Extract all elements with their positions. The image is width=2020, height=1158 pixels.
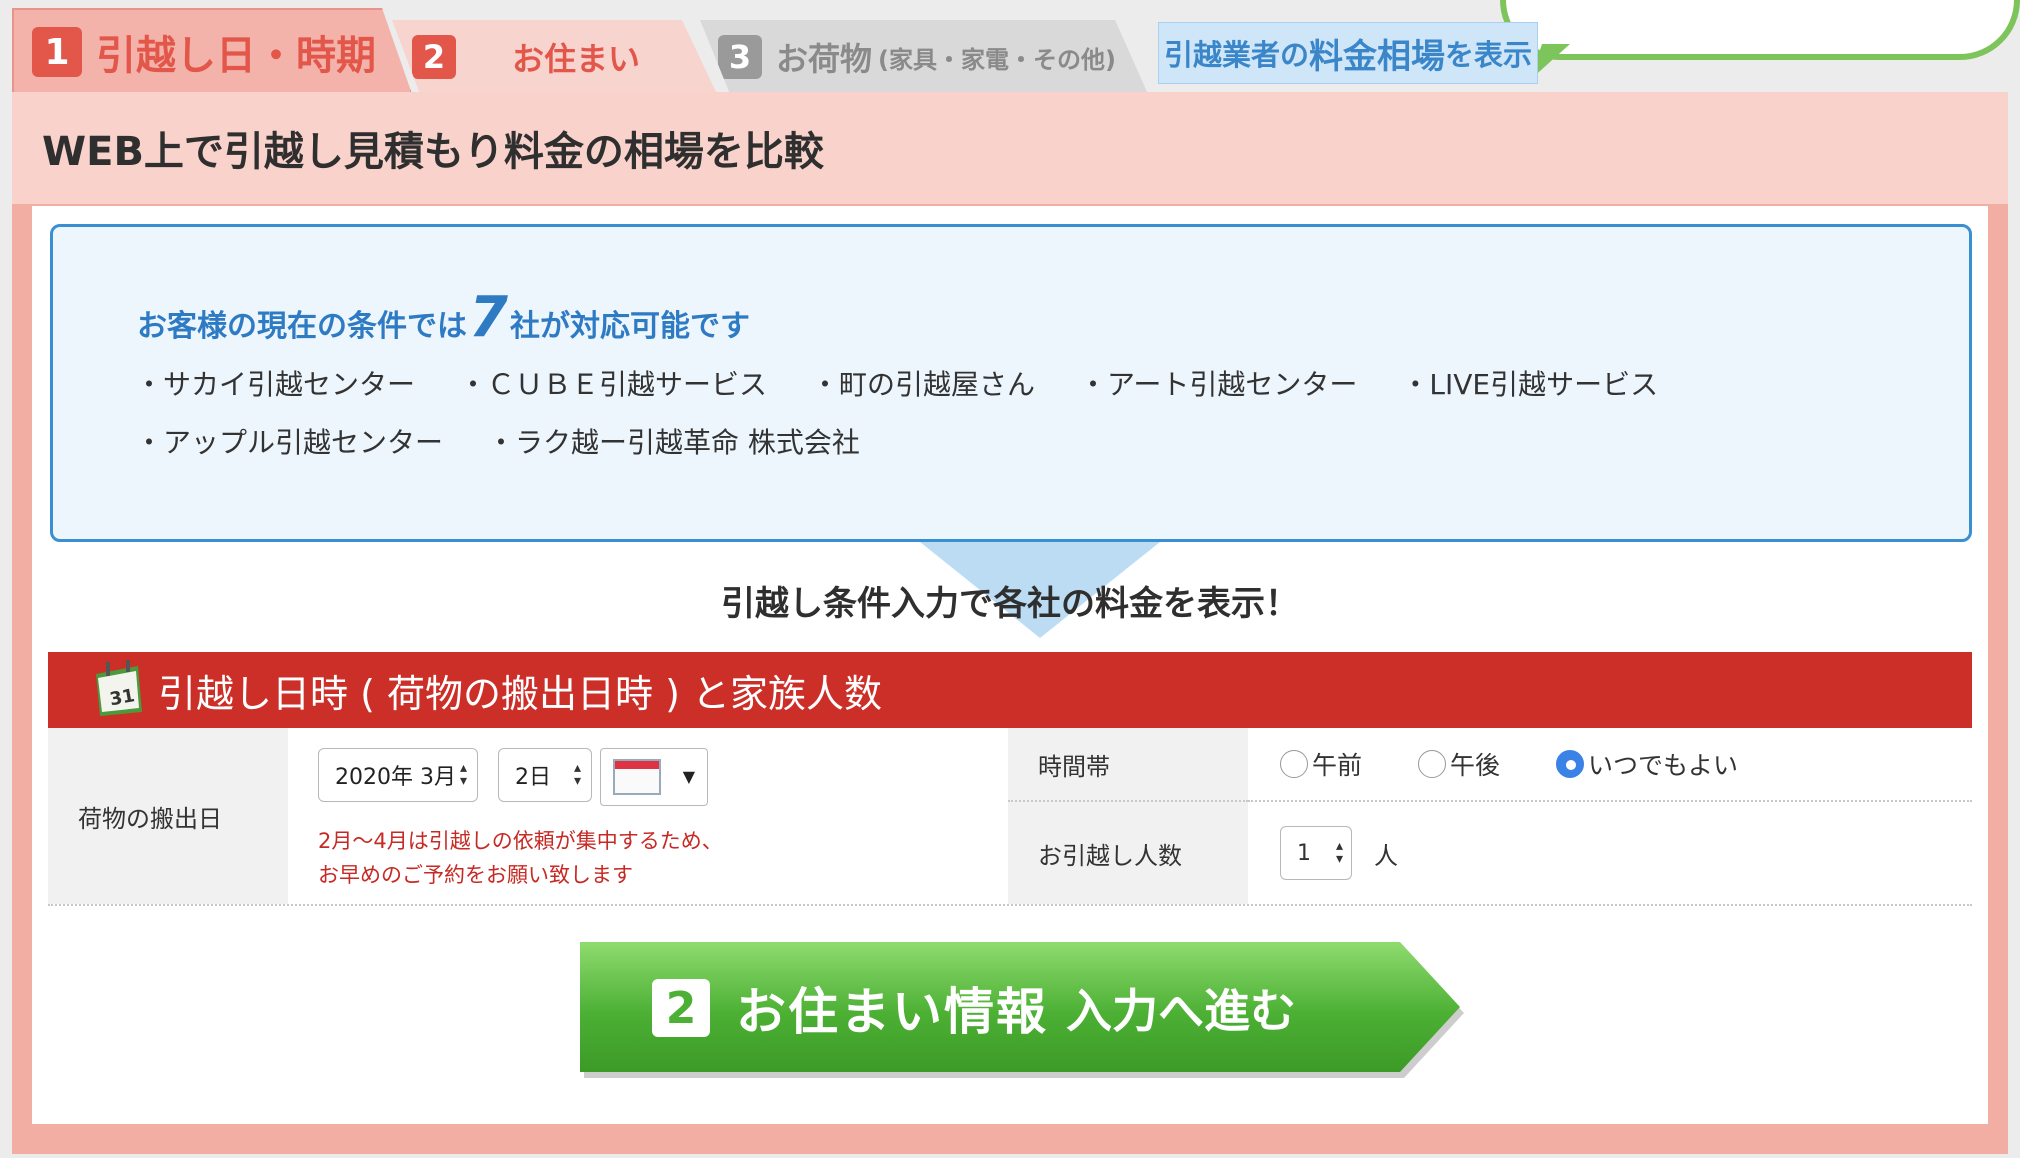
calendar-picker-button[interactable]: ▼ bbox=[600, 748, 708, 806]
day-select[interactable]: 2日 ▴ ▾ bbox=[498, 748, 592, 802]
step-number: 1 bbox=[32, 27, 82, 77]
note-line: お早めのご予約をお願い致します bbox=[318, 863, 633, 887]
page-title: WEB上で引越し見積もり料金の相場を比較 bbox=[42, 129, 824, 175]
next-step-button[interactable]: 2 お住まい情報 入力へ進む bbox=[580, 942, 1464, 1078]
tab4-big: 料金相場 bbox=[1309, 36, 1445, 77]
tab-label: 引越し日・時期 bbox=[96, 33, 376, 79]
move-date-label: 荷物の搬出日 bbox=[48, 728, 288, 904]
radio-circle[interactable] bbox=[1280, 750, 1308, 778]
chevron-updown-icon: ▴ ▾ bbox=[1335, 838, 1343, 867]
tab4-prefix: 引越業者の bbox=[1163, 38, 1309, 72]
company-item: ・ＣＵＢＥ引越サービス bbox=[459, 368, 768, 401]
calendar-icon bbox=[613, 759, 661, 795]
button-label: お住まい情報 bbox=[736, 983, 1048, 1041]
speech-bubble bbox=[1500, 0, 2020, 60]
available-companies-box: お客様の現在の条件では 7 社が対応可能です ・サカイ引越センター ・ＣＵＢＥ引… bbox=[50, 224, 1972, 542]
tab-label: お住まい bbox=[512, 40, 641, 78]
radio-label: 午前 bbox=[1312, 751, 1363, 780]
chevron-down-icon: ▼ bbox=[682, 767, 695, 786]
tab-sublabel: (家具・家電・その他) bbox=[878, 45, 1116, 74]
tab-label: お荷物 bbox=[776, 40, 873, 78]
form-divider bbox=[48, 904, 1972, 906]
busy-season-note: 2月～4月は引越しの依頼が集中するため、 お早めのご予約をお願い致します bbox=[318, 824, 723, 892]
tab-step-2[interactable]: 2 お住まい bbox=[392, 20, 717, 94]
people-unit: 人 bbox=[1374, 841, 1398, 870]
available-count-headline: お客様の現在の条件では 7 社が対応可能です bbox=[137, 285, 750, 350]
main-panel: WEB上で引越し見積もり料金の相場を比較 お客様の現在の条件では 7 社が対応可… bbox=[12, 92, 2008, 1154]
button-content: 2 お住まい情報 入力へ進む bbox=[652, 972, 1296, 1044]
company-item: ・LIVE引越サービス bbox=[1401, 368, 1659, 401]
step-number: 2 bbox=[652, 979, 710, 1037]
step-number: 3 bbox=[718, 35, 762, 79]
year-month-select[interactable]: 2020年 3月 ▴ ▾ bbox=[318, 748, 478, 802]
company-item: ・ラク越ー引越革命 株式会社 bbox=[487, 426, 860, 459]
people-count-select[interactable]: 1 ▴ ▾ bbox=[1280, 826, 1352, 880]
tab-step-3[interactable]: 3 お荷物 (家具・家電・その他) bbox=[700, 20, 1148, 94]
radio-circle[interactable] bbox=[1418, 750, 1447, 778]
company-item: ・町の引越屋さん bbox=[811, 368, 1036, 401]
radio-circle-selected[interactable] bbox=[1556, 750, 1585, 778]
day-value: 2日 bbox=[515, 765, 551, 790]
radio-morning[interactable]: 午前 bbox=[1280, 746, 1362, 782]
people-count-cell: 1 ▴ ▾ 人 bbox=[1248, 802, 1972, 904]
svg-text:31: 31 bbox=[108, 685, 136, 710]
chevron-updown-icon: ▴ ▾ bbox=[573, 760, 581, 789]
section-header: 31 引越し日時 ( 荷物の搬出日時 ) と家族人数 bbox=[48, 652, 1972, 728]
time-slot-options: 午前 午後 いつでもよい bbox=[1248, 728, 1972, 802]
chevron-updown-icon: ▴ ▾ bbox=[459, 760, 467, 789]
time-slot-label: 時間帯 bbox=[1008, 728, 1248, 802]
people-count-value: 1 bbox=[1297, 840, 1311, 866]
radio-label: いつでもよい bbox=[1588, 751, 1739, 780]
company-list: ・サカイ引越センター ・ＣＵＢＥ引越サービス ・町の引越屋さん ・アート引越セン… bbox=[135, 365, 1915, 481]
section-title: 引越し日時 ( 荷物の搬出日時 ) と家族人数 bbox=[158, 671, 882, 716]
radio-label: 午後 bbox=[1450, 751, 1501, 780]
step-number: 2 bbox=[412, 35, 456, 79]
panel-header: WEB上で引越し見積もり料金の相場を比較 bbox=[12, 92, 2008, 204]
headline-post: 社が対応可能です bbox=[509, 309, 750, 344]
tab-step-1[interactable]: 1 引越し日・時期 bbox=[12, 8, 412, 94]
panel-body: お客様の現在の条件では 7 社が対応可能です ・サカイ引越センター ・ＣＵＢＥ引… bbox=[32, 206, 1988, 1124]
move-date-cell: 2020年 3月 ▴ ▾ 2日 ▴ ▾ ▼ 2月～4月は引越しの依頼が集中するため、… bbox=[288, 728, 1008, 904]
show-price-market-button[interactable]: 引越業者の 料金相場 を表示 bbox=[1158, 22, 1538, 84]
radio-anytime[interactable]: いつでもよい bbox=[1556, 746, 1738, 782]
step-tabs: 1 引越し日・時期 2 お住まい 3 お荷物 (家具・家電・その他) 引越業者の… bbox=[0, 0, 2020, 94]
arrow-caption: 引越し条件入力で各社の料金を表示！ bbox=[721, 584, 1299, 624]
company-count: 7 bbox=[469, 285, 508, 350]
company-item: ・アート引越センター bbox=[1079, 368, 1358, 401]
tab4-suffix: を表示 bbox=[1445, 38, 1533, 72]
year-month-value: 2020年 3月 bbox=[335, 765, 456, 790]
button-label-2: 入力へ進む bbox=[1066, 984, 1296, 1038]
company-item: ・アップル引越センター bbox=[135, 426, 444, 459]
calendar-icon: 31 bbox=[96, 660, 142, 716]
headline-pre: お客様の現在の条件では bbox=[137, 309, 467, 344]
people-count-label: お引越し人数 bbox=[1008, 802, 1248, 904]
company-item: ・サカイ引越センター bbox=[135, 368, 416, 401]
note-line: 2月～4月は引越しの依頼が集中するため、 bbox=[318, 829, 723, 853]
date-people-form: 荷物の搬出日 2020年 3月 ▴ ▾ 2日 ▴ ▾ ▼ 2月～4月は引越しの依頼が… bbox=[48, 728, 1972, 904]
radio-afternoon[interactable]: 午後 bbox=[1418, 746, 1500, 782]
